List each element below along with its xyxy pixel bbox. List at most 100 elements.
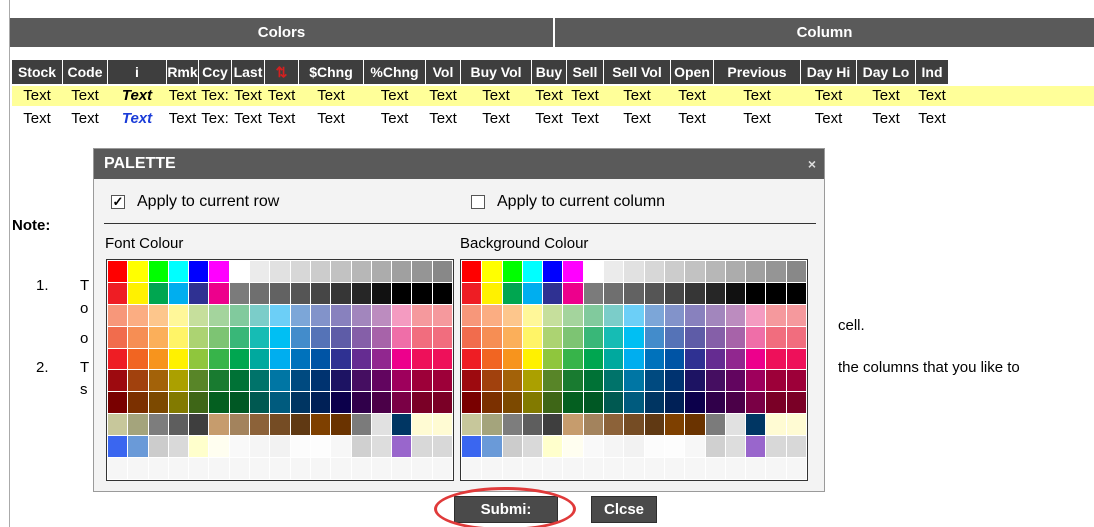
color-swatch[interactable] (351, 282, 371, 304)
color-swatch[interactable] (148, 392, 168, 414)
color-swatch[interactable] (786, 370, 806, 392)
color-swatch[interactable] (168, 458, 189, 479)
color-swatch[interactable] (664, 370, 685, 392)
col-buy[interactable]: Buy (532, 60, 566, 84)
color-swatch[interactable] (270, 436, 290, 458)
color-swatch[interactable] (310, 304, 331, 326)
color-swatch[interactable] (392, 458, 412, 479)
color-swatch[interactable] (189, 392, 209, 414)
apply-row-checkbox[interactable]: ✓ (111, 195, 125, 209)
col-day-lo[interactable]: Day Lo (857, 60, 915, 84)
color-swatch[interactable] (371, 348, 392, 370)
color-swatch[interactable] (432, 458, 452, 479)
color-swatch[interactable] (229, 414, 250, 436)
color-swatch[interactable] (250, 348, 270, 370)
color-swatch[interactable] (462, 370, 482, 392)
color-swatch[interactable] (725, 282, 746, 304)
color-swatch[interactable] (108, 348, 128, 370)
color-swatch[interactable] (189, 436, 209, 458)
color-swatch[interactable] (432, 304, 452, 326)
color-swatch[interactable] (108, 370, 128, 392)
color-swatch[interactable] (583, 304, 604, 326)
color-swatch[interactable] (786, 392, 806, 414)
color-swatch[interactable] (108, 436, 128, 458)
color-swatch[interactable] (351, 261, 371, 282)
color-swatch[interactable] (148, 326, 168, 348)
color-swatch[interactable] (310, 414, 331, 436)
color-swatch[interactable] (148, 436, 168, 458)
color-swatch[interactable] (270, 414, 290, 436)
color-swatch[interactable] (705, 392, 725, 414)
color-swatch[interactable] (229, 326, 250, 348)
color-swatch[interactable] (583, 326, 604, 348)
color-swatch[interactable] (664, 392, 685, 414)
color-swatch[interactable] (128, 348, 148, 370)
color-swatch[interactable] (412, 392, 432, 414)
color-swatch[interactable] (664, 304, 685, 326)
color-swatch[interactable] (371, 414, 392, 436)
color-swatch[interactable] (522, 436, 543, 458)
apply-column-checkbox[interactable] (471, 195, 485, 209)
color-swatch[interactable] (351, 458, 371, 479)
color-swatch[interactable] (392, 392, 412, 414)
color-swatch[interactable] (432, 414, 452, 436)
color-swatch[interactable] (705, 282, 725, 304)
color-swatch[interactable] (310, 282, 331, 304)
colors-section-header[interactable]: Colors (10, 18, 553, 47)
color-swatch[interactable] (189, 458, 209, 479)
color-swatch[interactable] (725, 392, 746, 414)
color-swatch[interactable] (108, 458, 128, 479)
color-swatch[interactable] (644, 414, 664, 436)
color-swatch[interactable] (229, 392, 250, 414)
column-section-header[interactable]: Column (555, 18, 1094, 47)
color-swatch[interactable] (229, 261, 250, 282)
color-swatch[interactable] (563, 458, 583, 479)
color-swatch[interactable] (563, 370, 583, 392)
color-swatch[interactable] (725, 304, 746, 326)
color-swatch[interactable] (270, 282, 290, 304)
color-swatch[interactable] (502, 348, 522, 370)
color-swatch[interactable] (604, 414, 624, 436)
color-swatch[interactable] (392, 282, 412, 304)
color-swatch[interactable] (522, 304, 543, 326)
color-swatch[interactable] (371, 282, 392, 304)
color-swatch[interactable] (502, 392, 522, 414)
color-swatch[interactable] (482, 458, 502, 479)
color-swatch[interactable] (644, 326, 664, 348)
color-swatch[interactable] (290, 370, 310, 392)
color-swatch[interactable] (412, 458, 432, 479)
color-swatch[interactable] (462, 261, 482, 282)
color-swatch[interactable] (462, 282, 482, 304)
color-swatch[interactable] (128, 414, 148, 436)
color-swatch[interactable] (786, 414, 806, 436)
apply-column-option[interactable]: Apply to current column (471, 193, 665, 211)
color-swatch[interactable] (331, 458, 351, 479)
color-swatch[interactable] (502, 436, 522, 458)
color-swatch[interactable] (432, 326, 452, 348)
color-swatch[interactable] (746, 282, 766, 304)
color-swatch[interactable] (392, 304, 412, 326)
col-buy-vol[interactable]: Buy Vol (461, 60, 531, 84)
color-swatch[interactable] (786, 261, 806, 282)
color-swatch[interactable] (644, 458, 664, 479)
color-swatch[interactable] (148, 370, 168, 392)
col-sell-vol[interactable]: Sell Vol (604, 60, 670, 84)
color-swatch[interactable] (168, 304, 189, 326)
color-swatch[interactable] (108, 414, 128, 436)
color-swatch[interactable] (250, 414, 270, 436)
color-swatch[interactable] (604, 392, 624, 414)
color-swatch[interactable] (543, 370, 563, 392)
color-swatch[interactable] (604, 436, 624, 458)
color-swatch[interactable] (543, 436, 563, 458)
apply-row-option[interactable]: ✓ Apply to current row (111, 193, 279, 211)
color-swatch[interactable] (371, 370, 392, 392)
color-swatch[interactable] (462, 414, 482, 436)
color-swatch[interactable] (624, 261, 644, 282)
color-swatch[interactable] (482, 304, 502, 326)
color-swatch[interactable] (685, 282, 705, 304)
col-vol[interactable]: Vol (426, 60, 460, 84)
color-swatch[interactable] (189, 370, 209, 392)
color-swatch[interactable] (543, 304, 563, 326)
color-swatch[interactable] (290, 348, 310, 370)
color-swatch[interactable] (624, 370, 644, 392)
